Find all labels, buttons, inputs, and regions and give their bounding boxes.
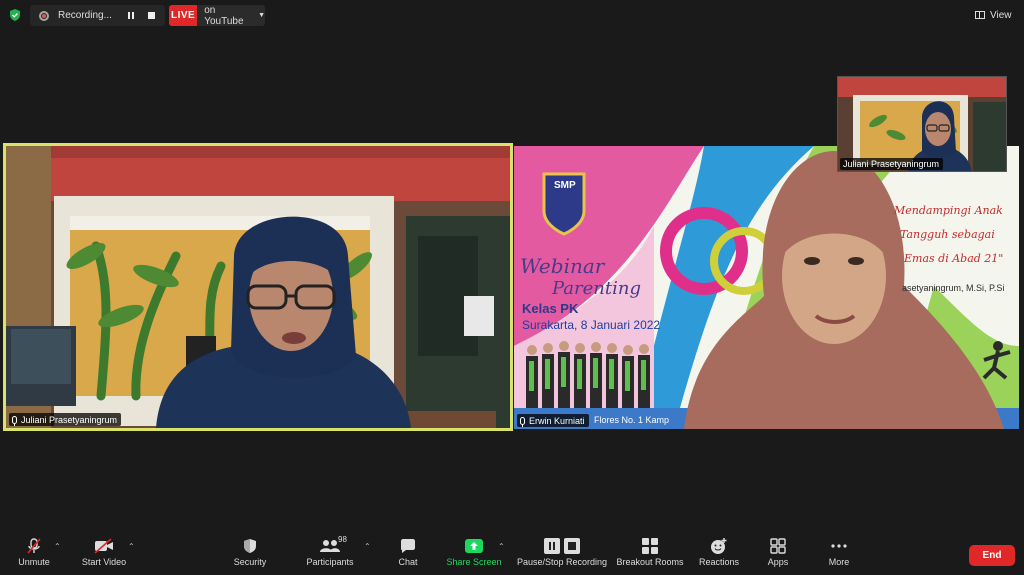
recording-label: Recording...	[58, 10, 112, 21]
live-label: on YouTube	[204, 4, 244, 27]
slide-tagline-3: Emas di Abad 21"	[904, 252, 1004, 265]
chat-button[interactable]: Chat	[386, 530, 430, 575]
audio-options-caret[interactable]: ⌃	[54, 542, 61, 551]
participant-count: 98	[338, 535, 347, 544]
slide-subtitle: Kelas PK	[522, 301, 579, 316]
pause-stop-recording-icon	[544, 538, 580, 554]
pause-stop-recording-button[interactable]: Pause/Stop Recording	[515, 530, 609, 575]
reactions-label: Reactions	[698, 557, 740, 567]
chat-icon	[400, 538, 416, 554]
view-label: View	[990, 9, 1012, 21]
participants-button[interactable]: 98 Participants	[302, 530, 358, 575]
share-screen-label: Share Screen	[446, 557, 502, 567]
speaker-video-tile[interactable]: Juliani Prasetyaningrum	[3, 143, 513, 431]
participants-icon: 98	[310, 535, 350, 554]
slide-tagline-2: Tangguh sebagai	[900, 228, 995, 241]
share-screen-button[interactable]: Share Screen	[446, 530, 502, 575]
reactions-button[interactable]: Reactions	[696, 530, 742, 575]
more-button[interactable]: More	[820, 530, 858, 575]
security-button[interactable]: Security	[228, 530, 272, 575]
microphone-icon	[520, 416, 525, 427]
breakout-rooms-icon	[642, 538, 658, 554]
unmute-label: Unmute	[18, 557, 50, 567]
participant-name-tag: Juliani Prasetyaningrum	[9, 413, 122, 426]
slide-title-line2: Parenting	[552, 278, 641, 299]
slide-tagline-1: Mendampingi Anak	[894, 204, 1003, 217]
share-screen-icon	[465, 538, 483, 554]
more-label: More	[828, 557, 850, 567]
breakout-rooms-label: Breakout Rooms	[616, 557, 684, 567]
video-options-caret[interactable]: ⌃	[128, 542, 135, 551]
meeting-toolbar: Unmute ⌃ Start Video ⌃ Security 98 Parti…	[0, 530, 1024, 575]
apps-button[interactable]: Apps	[760, 530, 796, 575]
participant-name: Erwin Kurniati	[529, 415, 585, 426]
top-bar: Recording... LIVE on YouTube ▼ View	[0, 0, 1024, 30]
apps-label: Apps	[767, 557, 789, 567]
slide-speaker: asetyaningrum, M.Si, P.Si	[902, 283, 1005, 293]
recording-indicator: Recording...	[30, 5, 165, 26]
participants-options-caret[interactable]: ⌃	[364, 542, 371, 551]
live-badge: LIVE	[169, 5, 198, 26]
security-label: Security	[233, 557, 267, 567]
pause-recording-icon[interactable]	[128, 12, 134, 19]
reactions-icon	[710, 538, 728, 554]
start-video-label: Start Video	[81, 557, 127, 567]
live-stream-button[interactable]: LIVE on YouTube ▼	[169, 4, 265, 27]
view-button[interactable]: View	[975, 6, 1012, 24]
shield-check-icon[interactable]	[8, 8, 22, 22]
self-view-tile[interactable]: Juliani Prasetyaningrum	[837, 76, 1007, 172]
end-meeting-button[interactable]: End	[969, 545, 1015, 566]
more-icon	[831, 538, 847, 554]
slide-address: Flores No. 1 Kamp	[594, 415, 670, 425]
microphone-muted-icon	[26, 538, 42, 554]
speaker-video	[6, 146, 510, 428]
video-off-icon	[94, 538, 114, 554]
recording-icon	[39, 10, 49, 21]
shield-icon	[243, 538, 257, 554]
participant-name-tag: Juliani Prasetyaningrum	[840, 158, 944, 170]
apps-icon	[770, 538, 786, 554]
chevron-down-icon: ▼	[258, 12, 265, 19]
share-options-caret[interactable]: ⌃	[498, 542, 505, 551]
breakout-rooms-button[interactable]: Breakout Rooms	[616, 530, 684, 575]
slide-title-line1: Webinar	[520, 254, 605, 278]
view-icon	[975, 11, 985, 19]
participants-label: Participants	[306, 557, 354, 567]
stop-recording-icon[interactable]	[148, 12, 155, 19]
slide-logo-text: SMP	[554, 180, 576, 191]
participant-video-tile[interactable]: SMP Webinar Parenting Kelas PK Surakarta…	[514, 146, 1019, 429]
participant-name: Juliani Prasetyaningrum	[843, 159, 940, 169]
chat-label: Chat	[398, 557, 418, 567]
microphone-icon	[12, 415, 17, 426]
pause-stop-recording-label: Pause/Stop Recording	[516, 557, 608, 567]
slide-date: Surakarta, 8 Januari 2022	[522, 318, 661, 332]
participant-name-tag: Erwin Kurniati	[517, 414, 589, 427]
unmute-button[interactable]: Unmute	[12, 530, 56, 575]
start-video-button[interactable]: Start Video	[78, 530, 130, 575]
participant-name: Juliani Prasetyaningrum	[21, 414, 118, 425]
